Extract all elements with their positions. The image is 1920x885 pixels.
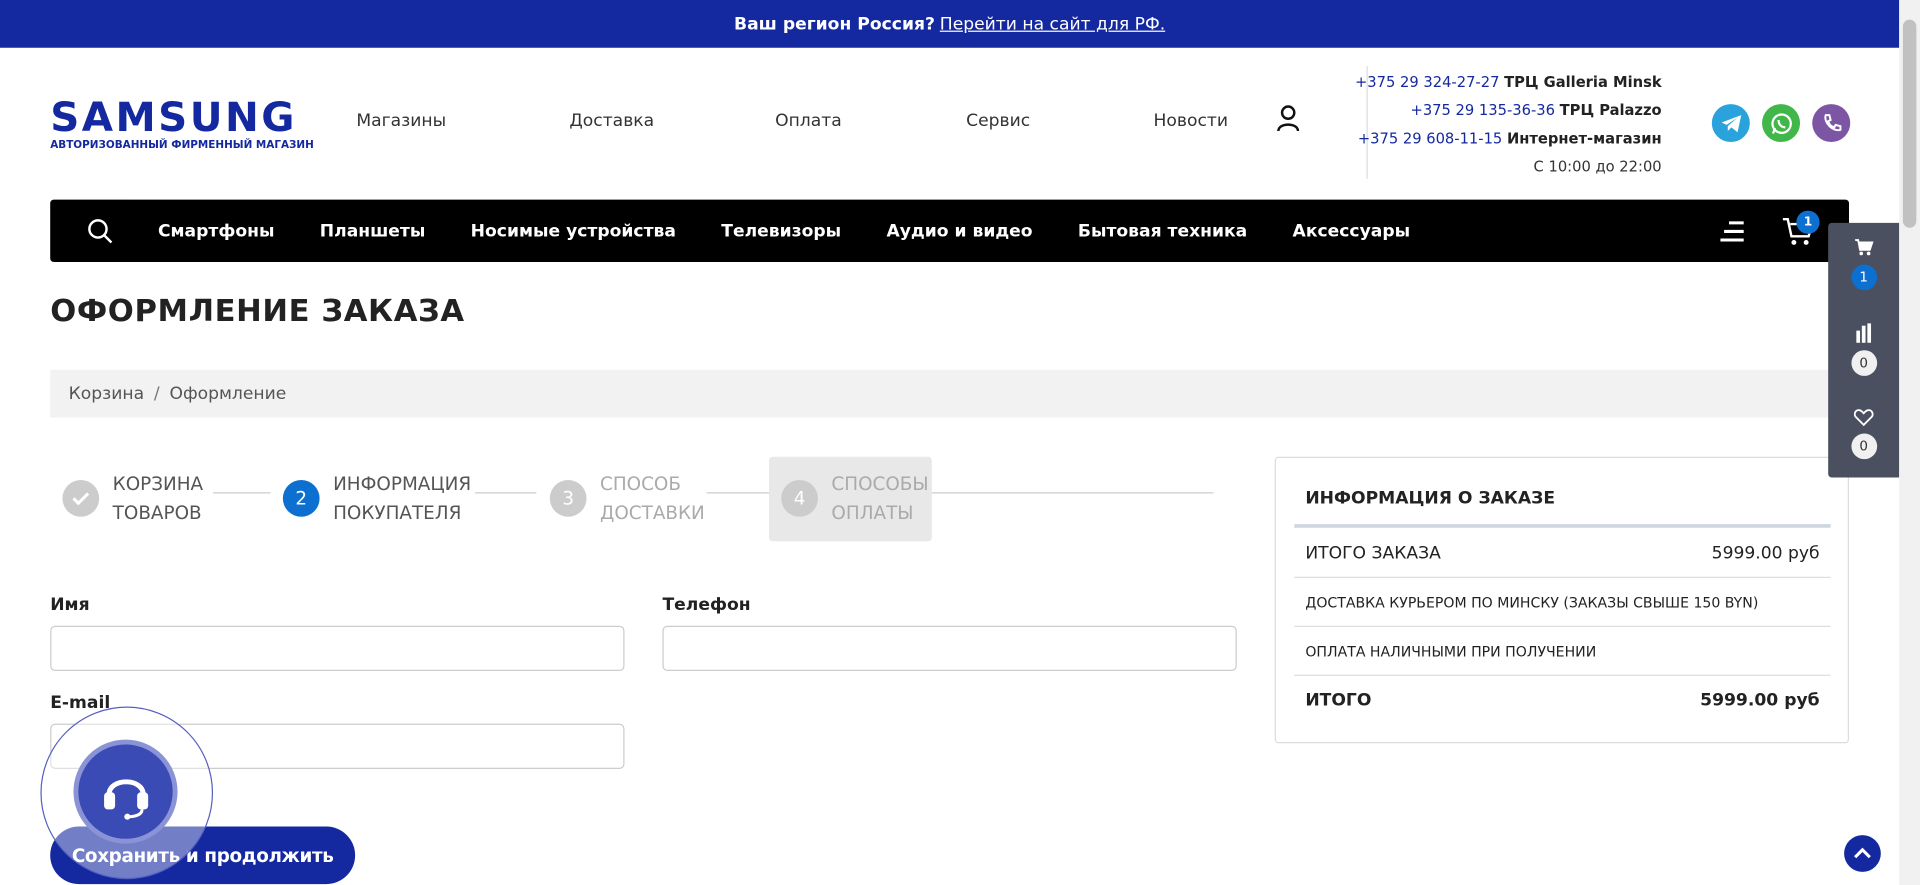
page-scrollbar[interactable]	[1899, 0, 1920, 885]
name-field[interactable]	[50, 625, 625, 672]
order-delivery-row: ДОСТАВКА КУРЬЕРОМ ПО МИНСКУ (ЗАКАЗЫ СВЫШ…	[1294, 578, 1831, 627]
nav-item-stores[interactable]: Магазины	[356, 111, 569, 131]
category-bar: Смартфоны Планшеты Носимые устройства Те…	[50, 199, 1849, 263]
category-list: Смартфоны Планшеты Носимые устройства Те…	[158, 200, 1455, 262]
contact-line: +375 29 608-11-15 Интернет-магазин	[1355, 125, 1662, 153]
phone-link[interactable]: +375 29 608-11-15	[1358, 130, 1502, 147]
menu-icon[interactable]	[1719, 219, 1746, 243]
order-total-row: ИТОГО 5999.00 руб	[1294, 676, 1830, 725]
name-label: Имя	[50, 595, 90, 615]
nav-item-delivery[interactable]: Доставка	[569, 111, 775, 131]
category-tv[interactable]: Телевизоры	[721, 221, 841, 241]
breadcrumb-separator: /	[153, 383, 160, 404]
region-switch-link[interactable]: Перейти на сайт для РФ.	[940, 14, 1165, 34]
logo-brand: SAMSUNG	[50, 93, 297, 141]
contact-place: ТРЦ Palazzo	[1559, 101, 1662, 119]
category-appliances[interactable]: Бытовая техника	[1078, 221, 1247, 241]
page-title: ОФОРМЛЕНИЕ ЗАКАЗА	[50, 292, 465, 329]
category-audio-video[interactable]: Аудио и видео	[886, 221, 1032, 241]
step-delivery: 3 СПОСОБ ДОСТАВКИ	[549, 469, 705, 528]
logo-subtitle: АВТОРИЗОВАННЫЙ ФИРМЕННЫЙ МАГАЗИН	[50, 139, 314, 152]
category-wearables[interactable]: Носимые устройства	[471, 221, 676, 241]
side-wishlist-count: 0	[1850, 433, 1877, 460]
step-number: 3	[549, 480, 587, 517]
header: SAMSUNG АВТОРИЗОВАННЫЙ ФИРМЕННЫЙ МАГАЗИН…	[0, 48, 1899, 199]
category-accessories[interactable]: Аксессуары	[1293, 221, 1411, 241]
check-icon	[62, 480, 100, 517]
total-label: ИТОГО	[1305, 690, 1372, 711]
order-subtotal-row: ИТОГО ЗАКАЗА 5999.00 руб	[1294, 529, 1831, 578]
nav-item-payment[interactable]: Оплата	[775, 111, 966, 131]
side-widget: 1 0 0	[1828, 222, 1900, 478]
step-payment: 4 СПОСОБЫ ОПЛАТЫ	[781, 469, 929, 528]
headset-icon[interactable]	[73, 739, 178, 844]
main-nav: Магазины Доставка Оплата Сервис Новости	[356, 111, 1276, 131]
category-tablets[interactable]: Планшеты	[320, 221, 426, 241]
payment-method: ОПЛАТА НАЛИЧНЫМИ ПРИ ПОЛУЧЕНИИ	[1305, 642, 1597, 660]
order-payment-row: ОПЛАТА НАЛИЧНЫМИ ПРИ ПОЛУЧЕНИИ	[1294, 627, 1831, 676]
breadcrumb-cart[interactable]: Корзина	[69, 384, 145, 404]
subtotal-label: ИТОГО ЗАКАЗА	[1305, 543, 1441, 563]
step-label: СПОСОБ ДОСТАВКИ	[600, 472, 705, 525]
phone-field[interactable]	[662, 625, 1237, 672]
telegram-icon[interactable]	[1711, 104, 1750, 143]
subtotal-value: 5999.00 руб	[1711, 543, 1820, 563]
breadcrumb: Корзина / Оформление	[50, 369, 1849, 418]
nav-item-service[interactable]: Сервис	[966, 111, 1153, 131]
order-summary-divider	[1294, 524, 1831, 528]
step-connector	[931, 492, 1214, 494]
step-connector	[213, 492, 271, 494]
total-value: 5999.00 руб	[1700, 690, 1820, 711]
side-cart-count: 1	[1850, 264, 1877, 291]
side-compare[interactable]: 0	[1828, 323, 1899, 376]
scrollbar-thumb[interactable]	[1902, 19, 1917, 228]
chevron-up-icon	[1854, 847, 1871, 859]
order-summary-heading: ИНФОРМАЦИЯ О ЗАКАЗЕ	[1305, 488, 1556, 509]
phone-link[interactable]: +375 29 324-27-27	[1355, 73, 1499, 90]
order-summary: ИНФОРМАЦИЯ О ЗАКАЗЕ ИТОГО ЗАКАЗА 5999.00…	[1274, 456, 1849, 744]
step-label: СПОСОБЫ ОПЛАТЫ	[831, 472, 929, 525]
viber-icon[interactable]	[1812, 104, 1851, 143]
step-label: ИНФОРМАЦИЯ ПОКУПАТЕЛЯ	[333, 472, 472, 525]
compare-icon	[1856, 323, 1872, 343]
delivery-method: ДОСТАВКА КУРЬЕРОМ ПО МИНСКУ (ЗАКАЗЫ СВЫШ…	[1305, 593, 1759, 611]
logo[interactable]: SAMSUNG АВТОРИЗОВАННЫЙ ФИРМЕННЫЙ МАГАЗИН	[50, 93, 314, 152]
contact-place: Интернет-магазин	[1506, 129, 1662, 147]
cart-icon	[1855, 239, 1874, 256]
step-cart[interactable]: КОРЗИНА ТОВАРОВ	[62, 469, 203, 528]
contact-place: ТРЦ Galleria Minsk	[1504, 73, 1662, 91]
contact-line: +375 29 135-36-36 ТРЦ Palazzo	[1355, 97, 1662, 125]
checkout-steps: КОРЗИНА ТОВАРОВ 2 ИНФОРМАЦИЯ ПОКУПАТЕЛЯ 3 …	[50, 456, 1214, 542]
phone-label: Телефон	[662, 595, 751, 615]
breadcrumb-current: Оформление	[169, 383, 287, 404]
contact-line: +375 29 324-27-27 ТРЦ Galleria Minsk	[1355, 69, 1662, 97]
search-icon[interactable]	[87, 218, 114, 245]
scroll-to-top-button[interactable]	[1844, 835, 1881, 872]
side-cart[interactable]: 1	[1828, 238, 1899, 291]
side-compare-count: 0	[1850, 350, 1877, 376]
whatsapp-icon[interactable]	[1762, 104, 1801, 143]
step-connector	[706, 492, 769, 494]
contacts: +375 29 324-27-27 ТРЦ Galleria Minsk +37…	[1355, 69, 1662, 182]
step-number: 4	[781, 480, 818, 517]
side-wishlist[interactable]: 0	[1828, 409, 1899, 460]
cart-count-badge: 1	[1796, 210, 1820, 234]
heart-icon	[1853, 409, 1874, 427]
step-customer-info: 2 ИНФОРМАЦИЯ ПОКУПАТЕЛЯ	[282, 469, 472, 528]
step-connector	[475, 492, 537, 494]
page: Ваш регион Россия? Перейти на сайт для Р…	[0, 0, 1920, 885]
region-bar: Ваш регион Россия? Перейти на сайт для Р…	[0, 0, 1900, 48]
step-label: КОРЗИНА ТОВАРОВ	[112, 472, 204, 525]
phone-link[interactable]: +375 29 135-36-36	[1411, 102, 1555, 119]
working-hours: С 10:00 до 22:00	[1533, 157, 1662, 176]
region-question: Ваш регион Россия?	[734, 14, 935, 34]
nav-item-news[interactable]: Новости	[1153, 111, 1275, 131]
category-smartphones[interactable]: Смартфоны	[158, 221, 275, 241]
user-icon[interactable]	[1276, 104, 1300, 133]
step-number: 2	[282, 480, 320, 517]
